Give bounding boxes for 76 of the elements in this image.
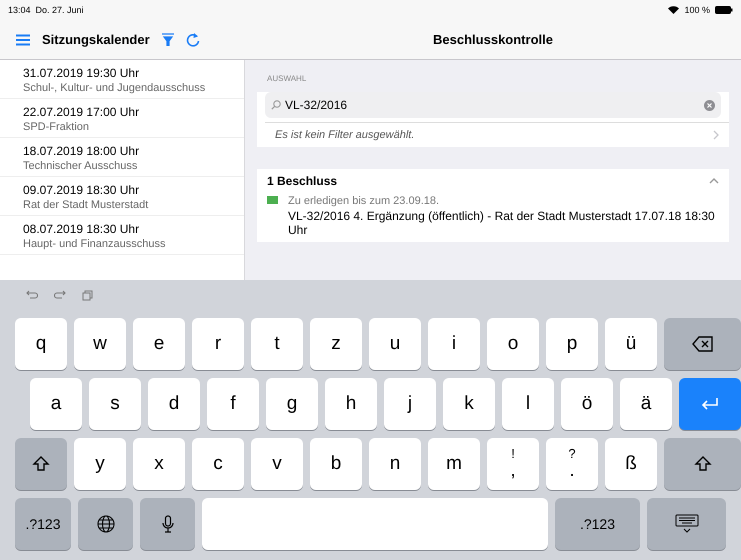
keyboard-key[interactable]: j: [384, 378, 436, 430]
numbers-key[interactable]: .?123: [555, 498, 640, 550]
shift-key[interactable]: [15, 438, 67, 490]
caret-icon[interactable]: [709, 178, 719, 184]
keyboard-key[interactable]: b: [310, 438, 362, 490]
filter-status-text: Es ist kein Filter ausgewählt.: [275, 129, 414, 141]
shift-icon: [32, 455, 50, 473]
keyboard-key[interactable]: ß: [605, 438, 657, 490]
filter-icon[interactable]: [162, 33, 174, 46]
undo-icon[interactable]: [26, 290, 38, 300]
keyboard-key[interactable]: m: [428, 438, 480, 490]
sidebar-title: Sitzungskalender: [42, 32, 150, 47]
keyboard-key[interactable]: e: [133, 318, 185, 370]
backspace-icon: [692, 336, 714, 352]
menu-icon[interactable]: [16, 34, 30, 46]
keyboard-key[interactable]: u: [369, 318, 421, 370]
keyboard-key[interactable]: v: [251, 438, 303, 490]
detail-title: Beschlusskontrolle: [433, 32, 553, 47]
globe-key[interactable]: [78, 498, 133, 550]
paste-icon[interactable]: [82, 290, 93, 300]
keyboard-key[interactable]: z: [310, 318, 362, 370]
keyboard-key[interactable]: ? .: [546, 438, 598, 490]
section-label: AUSWAHL: [266, 73, 308, 85]
keyboard-key[interactable]: ! ,: [487, 438, 539, 490]
globe-icon: [96, 515, 114, 533]
battery-icon: [715, 6, 733, 14]
keyboard-key[interactable]: n: [369, 438, 421, 490]
hide-keyboard-key[interactable]: [647, 498, 726, 550]
keyboard-key[interactable]: a: [30, 378, 82, 430]
keyboard-key[interactable]: x: [133, 438, 185, 490]
status-time: 13:04: [8, 5, 31, 15]
microphone-icon: [162, 515, 174, 533]
status-date: Do. 27. Juni: [36, 5, 84, 15]
keyboard-key[interactable]: h: [325, 378, 377, 430]
keyboard-key[interactable]: o: [487, 318, 539, 370]
numbers-key[interactable]: .?123: [15, 498, 71, 550]
shift-key[interactable]: [664, 438, 741, 490]
keyboard-key[interactable]: t: [251, 318, 303, 370]
keyboard-key[interactable]: ö: [561, 378, 613, 430]
search-field[interactable]: VL-32/2016: [265, 92, 721, 118]
keyboard-key[interactable]: ü: [605, 318, 657, 370]
keyboard-key[interactable]: y: [74, 438, 126, 490]
redo-icon[interactable]: [54, 290, 66, 300]
return-icon: [700, 397, 720, 411]
shift-icon: [694, 455, 712, 473]
keyboard-icon: [674, 514, 698, 534]
meeting-item[interactable]: 22.07.2019 17:00 Uhr SPD-Fraktion: [0, 99, 244, 138]
chevron-icon: [713, 130, 719, 140]
meeting-item[interactable]: 09.07.2019 18:30 Uhr Rat der Stadt Musterstadt: [0, 177, 244, 216]
return-key[interactable]: [679, 378, 741, 430]
meeting-item[interactable]: 08.07.2019 18:30 Uhr Haupt- und Finanzausschuss: [0, 216, 244, 255]
battery-level: 100 %: [684, 5, 710, 15]
keyboard-key[interactable]: s: [89, 378, 141, 430]
keyboard-key[interactable]: f: [207, 378, 259, 430]
due-date-text: Zu erledigen bis zum 23.09.18.: [288, 194, 440, 209]
keyboard-key[interactable]: d: [148, 378, 200, 430]
keyboard-key[interactable]: c: [192, 438, 244, 490]
resolution-title[interactable]: VL-32/2016 4. Ergänzung (öffentlich) - Rat der Stadt Musterstadt 17.07.18 18:30 Uhr: [288, 209, 719, 237]
keyboard-key[interactable]: p: [546, 318, 598, 370]
keyboard-key[interactable]: g: [266, 378, 318, 430]
results-heading: 1 Beschluss: [267, 174, 338, 188]
search-icon: [271, 100, 281, 110]
wifi-icon: [668, 6, 680, 14]
meeting-item[interactable]: 18.07.2019 18:00 Uhr Technischer Ausschuss: [0, 138, 244, 177]
keyboard-key[interactable]: w: [74, 318, 126, 370]
keyboard-key[interactable]: k: [443, 378, 495, 430]
refresh-icon[interactable]: [186, 32, 200, 46]
microphone-key[interactable]: [140, 498, 195, 550]
meeting-item[interactable]: 31.07.2019 19:30 Uhr Schul-, Kultur- und Jugendausschuss: [0, 60, 244, 99]
clear-icon[interactable]: [704, 100, 715, 110]
keyboard-key[interactable]: i: [428, 318, 480, 370]
keyboard-key[interactable]: q: [15, 318, 67, 370]
keyboard-key[interactable]: r: [192, 318, 244, 370]
keyboard-key[interactable]: l: [502, 378, 554, 430]
keyboard-key[interactable]: ä: [620, 378, 672, 430]
backspace-key[interactable]: [664, 318, 741, 370]
